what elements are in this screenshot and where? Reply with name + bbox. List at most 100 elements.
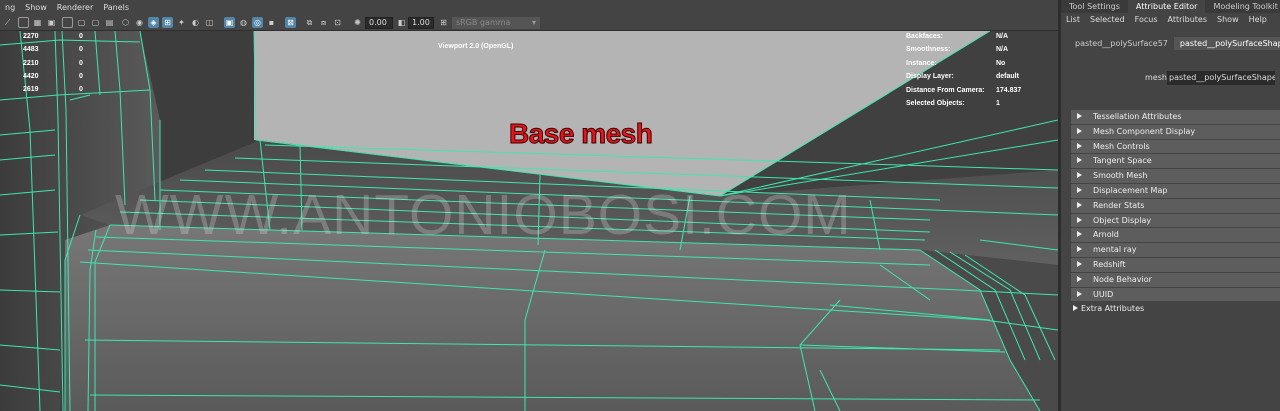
two-sided-lighting-icon[interactable]: ⧉ bbox=[304, 17, 315, 28]
renderer-title: Viewport 2.0 (OpenGL) bbox=[438, 43, 514, 50]
hud-value: 4483 bbox=[23, 46, 39, 54]
shadows-icon[interactable]: ◐ bbox=[190, 17, 201, 28]
attribute-sections: Tessellation Attributes Mesh Component D… bbox=[1071, 110, 1280, 317]
viewport-menubar: ng Show Renderer Panels bbox=[0, 0, 1058, 15]
section-tessellation-attributes[interactable]: Tessellation Attributes bbox=[1071, 110, 1280, 124]
hud-value: default bbox=[996, 73, 1019, 81]
section-mesh-component-display[interactable]: Mesh Component Display bbox=[1071, 124, 1280, 139]
camera-attributes-icon[interactable]: ⟋ bbox=[2, 17, 13, 28]
chevron-down-icon: ▾ bbox=[531, 18, 536, 27]
hud-value: N/A bbox=[996, 33, 1009, 40]
attribute-editor-menubar: List Selected Focus Attributes Show Help bbox=[1061, 13, 1280, 27]
hud-row: Display Layer: default bbox=[906, 70, 1021, 83]
mesh-label: mesh: bbox=[1145, 73, 1170, 82]
tab-tool-settings[interactable]: Tool Settings bbox=[1061, 0, 1128, 13]
expand-arrow-icon bbox=[1077, 113, 1082, 119]
hud-toggle-icon[interactable]: ⊠ bbox=[285, 17, 296, 28]
camera-select-icon[interactable] bbox=[18, 17, 29, 28]
gate-mask-icon[interactable]: ▤ bbox=[104, 17, 115, 28]
section-label: Tangent Space bbox=[1093, 156, 1152, 166]
expand-arrow-icon bbox=[1077, 275, 1082, 282]
tab-shape-node[interactable]: pasted__polySurfaceShape57 bbox=[1173, 37, 1280, 50]
bookmark-icon[interactable]: ▦ bbox=[32, 17, 43, 28]
section-arnold[interactable]: Arnold bbox=[1071, 228, 1280, 243]
section-displacement-map[interactable]: Displacement Map bbox=[1071, 183, 1280, 198]
color-space-value: sRGB gamma bbox=[456, 18, 511, 27]
hud-key: Instance: bbox=[906, 59, 937, 67]
exposure-icon[interactable]: ✺ bbox=[352, 17, 363, 28]
exposure-field[interactable]: 0.00 bbox=[365, 17, 393, 29]
hud-value: 2270 bbox=[23, 33, 39, 40]
image-plane-icon[interactable]: ▣ bbox=[46, 17, 57, 28]
menu-selected[interactable]: Selected bbox=[1085, 13, 1130, 27]
menu-list[interactable]: List bbox=[1061, 13, 1085, 27]
section-object-display[interactable]: Object Display bbox=[1071, 213, 1280, 228]
gamma-field[interactable]: 1.00 bbox=[408, 17, 434, 29]
hud-value: 4420 bbox=[23, 72, 39, 80]
gamma-icon[interactable]: ◧ bbox=[396, 17, 407, 28]
hud-row: Backfaces: N/A bbox=[906, 30, 1021, 43]
expand-arrow-icon bbox=[1077, 246, 1082, 253]
menu-help[interactable]: Help bbox=[1244, 13, 1272, 27]
watermark: WWW.ANTONIOBOSI.COM bbox=[115, 183, 852, 247]
section-render-stats[interactable]: Render Stats bbox=[1071, 198, 1280, 213]
grid-toggle-icon[interactable] bbox=[62, 17, 73, 28]
color-management-icon[interactable]: ⊞ bbox=[438, 17, 449, 28]
tab-modeling-toolkit[interactable]: Modeling Toolkit bbox=[1205, 0, 1280, 13]
hud-row: 4483 0 bbox=[23, 43, 83, 56]
section-uuid[interactable]: UUID bbox=[1071, 287, 1280, 302]
tab-attribute-editor[interactable]: Attribute Editor bbox=[1127, 0, 1206, 13]
menu-lighting[interactable]: ng bbox=[0, 3, 20, 12]
section-node-behavior[interactable]: Node Behavior bbox=[1071, 272, 1280, 287]
xray-icon[interactable]: ▣ bbox=[224, 17, 235, 28]
expand-arrow-icon bbox=[1077, 216, 1082, 223]
texture-icon[interactable]: ⊡ bbox=[332, 17, 343, 28]
hud-row: Selected Objects: 1 bbox=[906, 97, 1021, 110]
hud-row: Distance From Camera: 174.837 bbox=[906, 84, 1021, 97]
section-label: Extra Attributes bbox=[1081, 304, 1145, 314]
hud-value: 0 bbox=[79, 33, 83, 40]
smooth-shade-icon[interactable]: ◉ bbox=[134, 17, 145, 28]
hud-key: Distance From Camera: bbox=[906, 86, 985, 94]
film-gate-icon[interactable]: ▢ bbox=[76, 17, 87, 28]
node-tabs: pasted__polySurface57 pasted__polySurfac… bbox=[1069, 37, 1280, 50]
lights-icon[interactable]: ✦ bbox=[176, 17, 187, 28]
resolution-gate-icon[interactable]: ▢ bbox=[90, 17, 101, 28]
ambient-occlusion-icon[interactable]: ◫ bbox=[204, 17, 215, 28]
color-space-select[interactable]: sRGB gamma ▾ bbox=[452, 17, 540, 29]
hud-key: Smoothness: bbox=[906, 46, 951, 54]
section-label: Render Stats bbox=[1093, 200, 1145, 210]
hud-row: 2619 0 bbox=[23, 83, 83, 96]
section-mental-ray[interactable]: mental ray bbox=[1071, 243, 1280, 257]
hud-row: Smoothness: N/A bbox=[906, 43, 1021, 56]
menu-focus[interactable]: Focus bbox=[1130, 13, 1163, 27]
viewport-panel[interactable]: ng Show Renderer Panels ⟋ ▦ ▣ ▢ ▢ ▤ ⬡ ◉ … bbox=[0, 0, 1058, 411]
wireframe-on-shaded-icon[interactable]: ◈ bbox=[148, 17, 159, 28]
tab-transform-node[interactable]: pasted__polySurface57 bbox=[1069, 37, 1174, 50]
section-smooth-mesh[interactable]: Smooth Mesh bbox=[1071, 169, 1280, 183]
menu-renderer[interactable]: Renderer bbox=[52, 3, 99, 12]
expand-arrow-icon bbox=[1077, 172, 1082, 179]
menu-attributes[interactable]: Attributes bbox=[1163, 13, 1213, 27]
menu-panels[interactable]: Panels bbox=[98, 3, 134, 12]
mesh-name-field[interactable]: pasted__polySurfaceShape57 bbox=[1167, 71, 1275, 85]
menu-show[interactable]: Show bbox=[1212, 13, 1244, 27]
xray-components-icon[interactable]: ◎ bbox=[252, 17, 263, 28]
backface-culling-icon[interactable]: ⧈ bbox=[318, 17, 329, 28]
section-extra-attributes[interactable]: Extra Attributes bbox=[1071, 302, 1280, 317]
section-redshift[interactable]: Redshift bbox=[1071, 257, 1280, 272]
section-mesh-controls[interactable]: Mesh Controls bbox=[1071, 139, 1280, 154]
textured-icon[interactable]: ⊞ bbox=[162, 17, 173, 28]
isolate-select-icon[interactable]: ▪ bbox=[266, 17, 277, 28]
section-tangent-space[interactable]: Tangent Space bbox=[1071, 154, 1280, 169]
expand-arrow-icon bbox=[1077, 290, 1082, 297]
hud-object-details: Backfaces: N/A Smoothness: N/A Instance: No… bbox=[906, 30, 1021, 110]
hud-poly-count: 2270 0 4483 0 2210 0 4420 0 2619 0 bbox=[23, 30, 83, 96]
hud-value: No bbox=[996, 59, 1006, 67]
hud-value: 0 bbox=[79, 59, 83, 67]
viewport-toolbar: ⟋ ▦ ▣ ▢ ▢ ▤ ⬡ ◉ ◈ ⊞ ✦ ◐ ◫ ▣ ◍ ◎ ▪ ⊠ ⧉ ⧈ … bbox=[0, 15, 1058, 31]
wireframe-icon[interactable]: ⬡ bbox=[120, 17, 131, 28]
menu-show[interactable]: Show bbox=[20, 3, 52, 12]
hud-value: 0 bbox=[79, 86, 83, 94]
xray-joints-icon[interactable]: ◍ bbox=[238, 17, 249, 28]
